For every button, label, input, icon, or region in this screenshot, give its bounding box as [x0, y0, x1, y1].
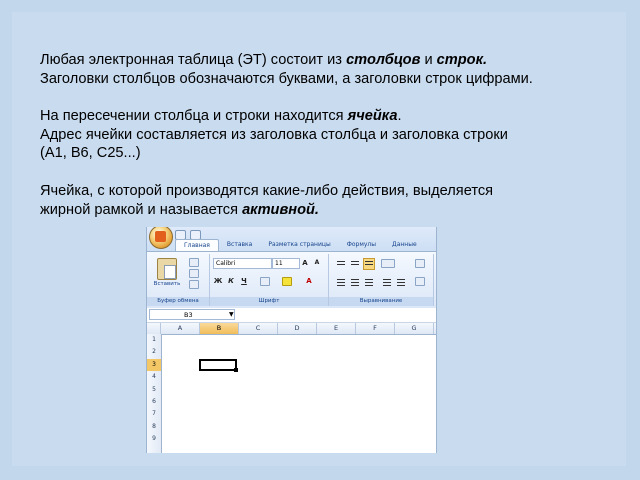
ribbon-title-area: Главная Вставка Разметка страницы Формул…: [147, 227, 436, 251]
align-bottom-icon[interactable]: [363, 258, 375, 270]
font-name-field[interactable]: Calibri: [213, 258, 272, 269]
row-headers: 123456789: [147, 334, 162, 453]
emphasis-term: ячейка: [347, 108, 398, 125]
paragraph: Ячейка, с которой производятся какие-либ…: [40, 182, 625, 219]
row-header[interactable]: 2: [147, 346, 161, 358]
text-line: жирной рамкой и называется активной.: [40, 201, 625, 220]
row-header[interactable]: 3: [147, 358, 161, 371]
row-header[interactable]: 5: [147, 384, 161, 396]
select-all-corner[interactable]: [147, 323, 161, 334]
text-run: На пересечении столбца и строки находитс…: [40, 108, 348, 125]
clipboard-group: Вставить Буфер обмена: [147, 254, 210, 306]
align-top-icon[interactable]: [335, 258, 347, 270]
font-color-icon[interactable]: A: [304, 276, 314, 286]
align-right-icon[interactable]: [363, 276, 375, 288]
tab-page-layout[interactable]: Разметка страницы: [260, 239, 338, 251]
borders-icon[interactable]: [260, 277, 270, 286]
tab-insert[interactable]: Вставка: [219, 239, 260, 251]
office-button[interactable]: [149, 227, 173, 249]
column-header[interactable]: B: [200, 323, 239, 334]
tab-formulas[interactable]: Формулы: [339, 239, 384, 251]
tab-home[interactable]: Главная: [175, 239, 219, 251]
active-cell[interactable]: [199, 359, 237, 371]
text-line: На пересечении столбца и строки находитс…: [40, 107, 625, 126]
alignment-group-label: Выравнивание: [329, 297, 433, 306]
grow-font-icon[interactable]: A: [300, 258, 310, 268]
text-line: Любая электронная таблица (ЭТ) состоит и…: [40, 51, 625, 70]
text-run: Ячейка, с которой производятся какие-либ…: [40, 182, 494, 199]
excel-screenshot: Главная Вставка Разметка страницы Формул…: [146, 227, 437, 453]
row-header[interactable]: 8: [147, 421, 161, 433]
emphasis-term: строк.: [436, 52, 488, 68]
bold-icon[interactable]: Ж: [213, 276, 223, 286]
column-headers: ABCDEFG: [147, 323, 436, 335]
column-header[interactable]: E: [317, 323, 356, 334]
column-header[interactable]: F: [356, 323, 395, 334]
ribbon-body: Вставить Буфер обмена Calibri 11 A A Ж К…: [147, 251, 436, 309]
font-group-label: Шрифт: [210, 297, 328, 306]
paste-icon[interactable]: [157, 258, 177, 280]
format-painter-icon[interactable]: [189, 280, 199, 289]
emphasis-term: активной.: [242, 201, 319, 218]
text-run: и: [420, 52, 437, 68]
underline-icon[interactable]: Ч: [239, 276, 249, 286]
align-left-icon[interactable]: [335, 276, 347, 288]
tab-data[interactable]: Данные: [384, 239, 425, 251]
text-run: Любая электронная таблица (ЭТ) состоит и…: [40, 52, 347, 68]
orientation-icon[interactable]: [381, 259, 395, 268]
cut-icon[interactable]: [189, 258, 199, 267]
decrease-indent-icon[interactable]: [381, 276, 393, 288]
text-run: .: [397, 108, 402, 125]
italic-icon[interactable]: К: [226, 276, 236, 286]
paste-button-label[interactable]: Вставить: [149, 281, 185, 287]
name-box[interactable]: B3: [149, 309, 235, 320]
align-middle-icon[interactable]: [349, 258, 361, 270]
row-header[interactable]: 7: [147, 408, 161, 420]
paragraph: Любая электронная таблица (ЭТ) состоит и…: [40, 51, 625, 88]
row-header[interactable]: 4: [147, 371, 161, 383]
clipboard-group-label: Буфер обмена: [147, 297, 209, 306]
text-line: Адрес ячейки составляется из заголовка с…: [40, 126, 625, 145]
font-group: Calibri 11 A A Ж К Ч A Шрифт: [210, 254, 329, 306]
merge-center-icon[interactable]: [415, 277, 425, 286]
shrink-font-icon[interactable]: A: [312, 258, 322, 268]
column-header[interactable]: G: [395, 323, 434, 334]
emphasis-term: столбцов: [346, 52, 421, 68]
fill-color-icon[interactable]: [282, 277, 292, 286]
fill-handle[interactable]: [234, 368, 238, 372]
text-line: Ячейка, с которой производятся какие-либ…: [40, 182, 625, 201]
column-header[interactable]: D: [278, 323, 317, 334]
text-run: жирной рамкой и называется: [40, 201, 243, 218]
office-logo-icon: [155, 231, 166, 242]
text-run: Адрес ячейки составляется из заголовка с…: [40, 126, 508, 143]
paragraph: На пересечении столбца и строки находитс…: [40, 107, 625, 163]
text-run: (А1, В6, С25...): [40, 145, 141, 162]
increase-indent-icon[interactable]: [395, 276, 407, 288]
column-header[interactable]: A: [161, 323, 200, 334]
wrap-text-icon[interactable]: [415, 259, 425, 268]
copy-icon[interactable]: [189, 269, 199, 278]
ribbon-tabs: Главная Вставка Разметка страницы Формул…: [175, 239, 425, 251]
slide-text: Любая электронная таблица (ЭТ) состоит и…: [40, 51, 625, 238]
alignment-group: Выравнивание: [329, 254, 434, 306]
row-header[interactable]: 9: [147, 433, 161, 445]
font-size-field[interactable]: 11: [272, 258, 300, 269]
text-line: Заголовки столбцов обозначаются буквами,…: [40, 70, 625, 89]
text-run: Заголовки столбцов обозначаются буквами,…: [40, 70, 533, 87]
text-line: (А1, В6, С25...): [40, 144, 625, 163]
row-header[interactable]: 6: [147, 396, 161, 408]
row-header[interactable]: 1: [147, 334, 161, 346]
name-box-dropdown-icon[interactable]: ▼: [229, 311, 234, 318]
formula-bar: B3 ▼: [147, 308, 436, 323]
column-header[interactable]: C: [239, 323, 278, 334]
align-center-icon[interactable]: [349, 276, 361, 288]
